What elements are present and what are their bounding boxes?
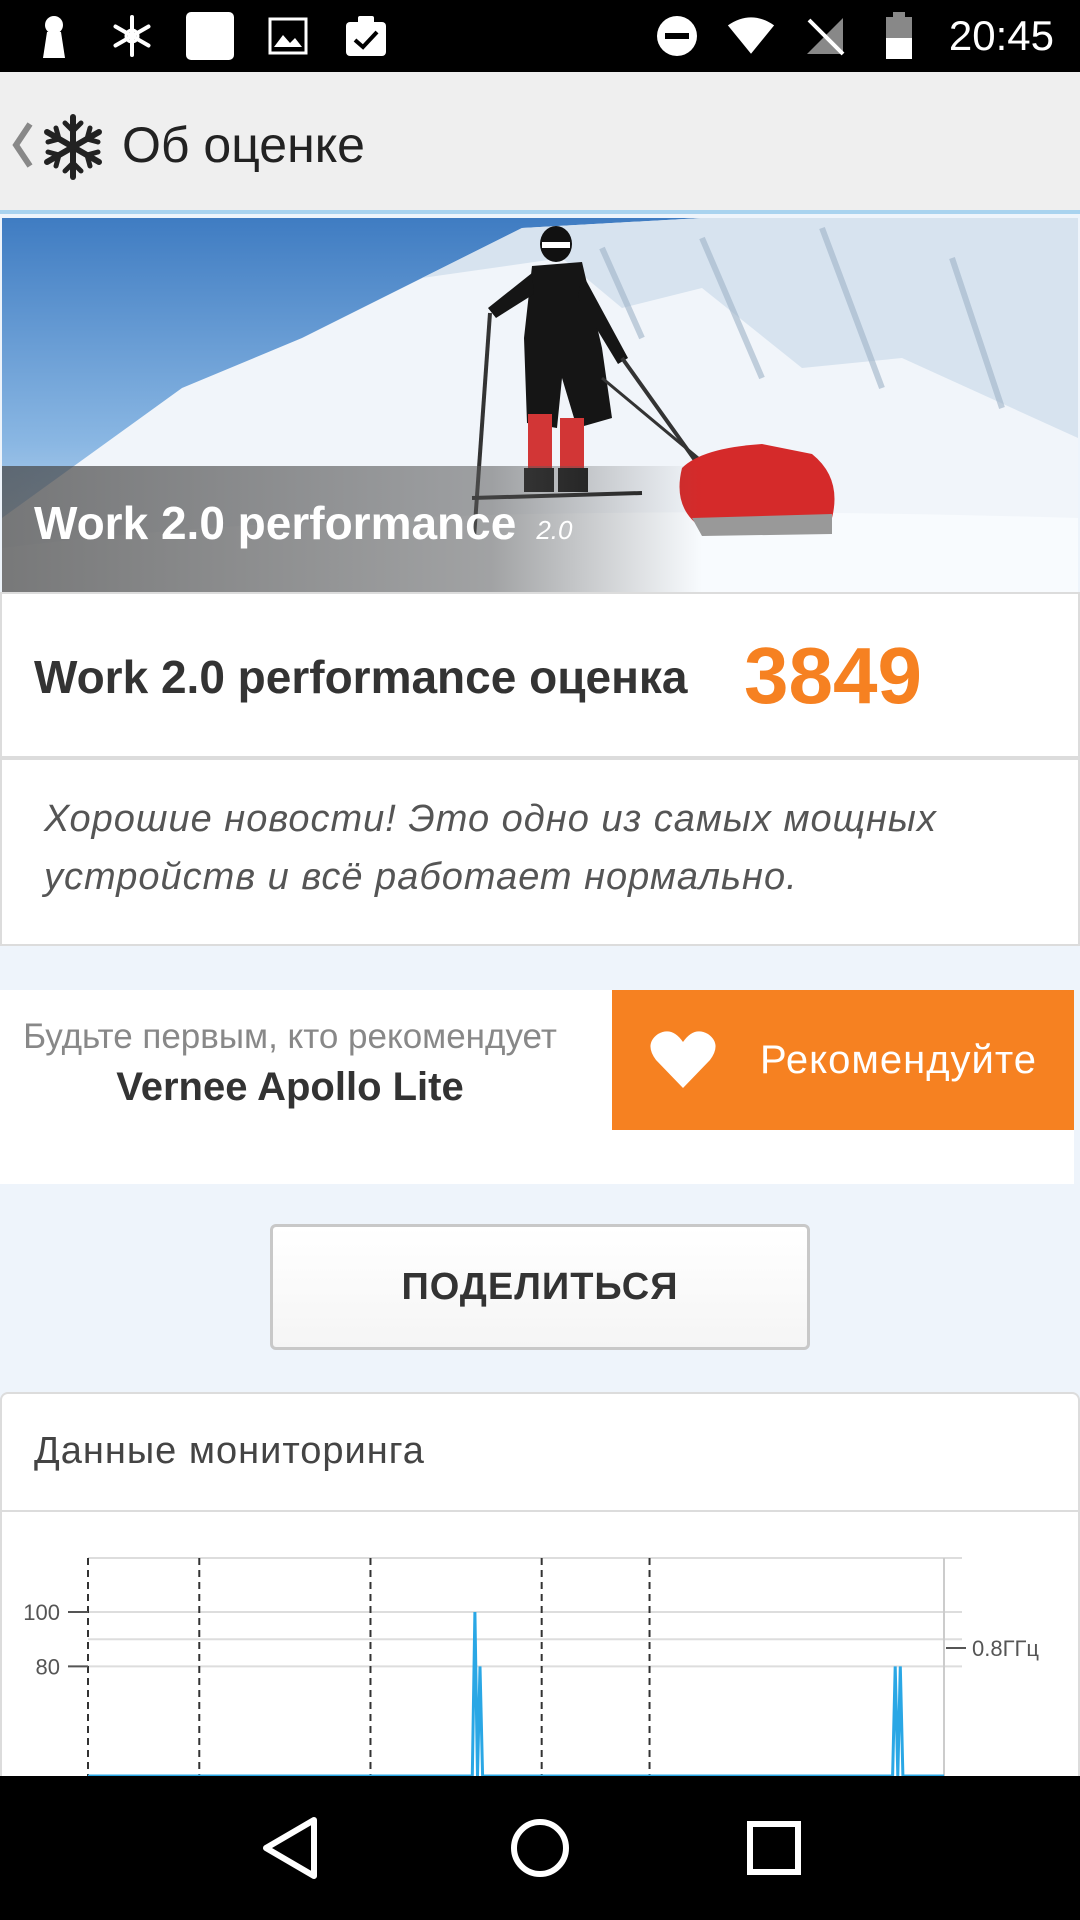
chevron-left-icon[interactable] (10, 120, 34, 170)
keyhole-icon (30, 12, 78, 60)
recommend-button-label: Рекомендуйте (760, 1037, 1037, 1082)
recommend-prefix: Будьте первым, кто рекомендует (23, 1017, 557, 1056)
monitoring-chart: 100 80 0.8ГГц (0, 1512, 1080, 1776)
device-name: Vernee Apollo Lite (116, 1065, 464, 1109)
y-tick-label: 100 (23, 1600, 60, 1625)
heart-icon (650, 1031, 716, 1088)
battery-icon (875, 12, 923, 60)
home-circle-icon[interactable] (498, 1806, 582, 1890)
monitoring-chart-svg: 100 80 0.8ГГц (23, 1557, 1039, 1776)
blank-square-icon (186, 12, 234, 60)
do-not-disturb-icon (653, 12, 701, 60)
score-label: Work 2.0 performance оценка (34, 651, 688, 703)
recommend-text: Будьте первым, кто рекомендует Vernee Ap… (20, 1012, 560, 1114)
navigation-bar (0, 1776, 1080, 1920)
clipboard-check-icon (342, 12, 390, 60)
score-card: Work 2.0 performance оценка 3849 (0, 592, 1080, 758)
benchmark-title: Work 2.0 performance 2.0 (34, 496, 572, 550)
recommend-section: Будьте первым, кто рекомендует Vernee Ap… (0, 990, 1074, 1184)
page-title: Об оценке (122, 117, 365, 173)
image-icon (264, 12, 312, 60)
hero-banner: Work 2.0 performance 2.0 (2, 218, 1078, 594)
clock: 20:45 (948, 12, 1054, 59)
result-message-card: Хорошие новости! Это одно из самых мощны… (0, 758, 1080, 946)
y2-tick-label: 0.8ГГц (972, 1636, 1039, 1661)
recents-square-icon[interactable] (732, 1806, 816, 1890)
monitoring-title: Данные мониторинга (34, 1430, 425, 1472)
wifi-icon (727, 12, 775, 60)
snowflake-logo-icon[interactable] (38, 112, 108, 182)
no-sim-icon (801, 12, 849, 60)
benchmark-version: 2.0 (536, 515, 573, 545)
status-bar: 20:45 (0, 0, 1080, 72)
app-toolbar: Об оценке (0, 72, 1080, 214)
monitoring-header: Данные мониторинга (0, 1392, 1080, 1512)
series-line (88, 1611, 944, 1776)
y-tick-label: 80 (36, 1654, 60, 1679)
result-message: Хорошие новости! Это одно из самых мощны… (44, 798, 937, 898)
back-triangle-icon[interactable] (252, 1806, 336, 1890)
share-button[interactable]: ПОДЕЛИТЬСЯ (270, 1224, 810, 1350)
snowflake-icon (108, 12, 156, 60)
recommend-button[interactable]: Рекомендуйте (612, 990, 1074, 1130)
score-value: 3849 (744, 631, 922, 720)
benchmark-name: Work 2.0 performance (34, 497, 517, 549)
